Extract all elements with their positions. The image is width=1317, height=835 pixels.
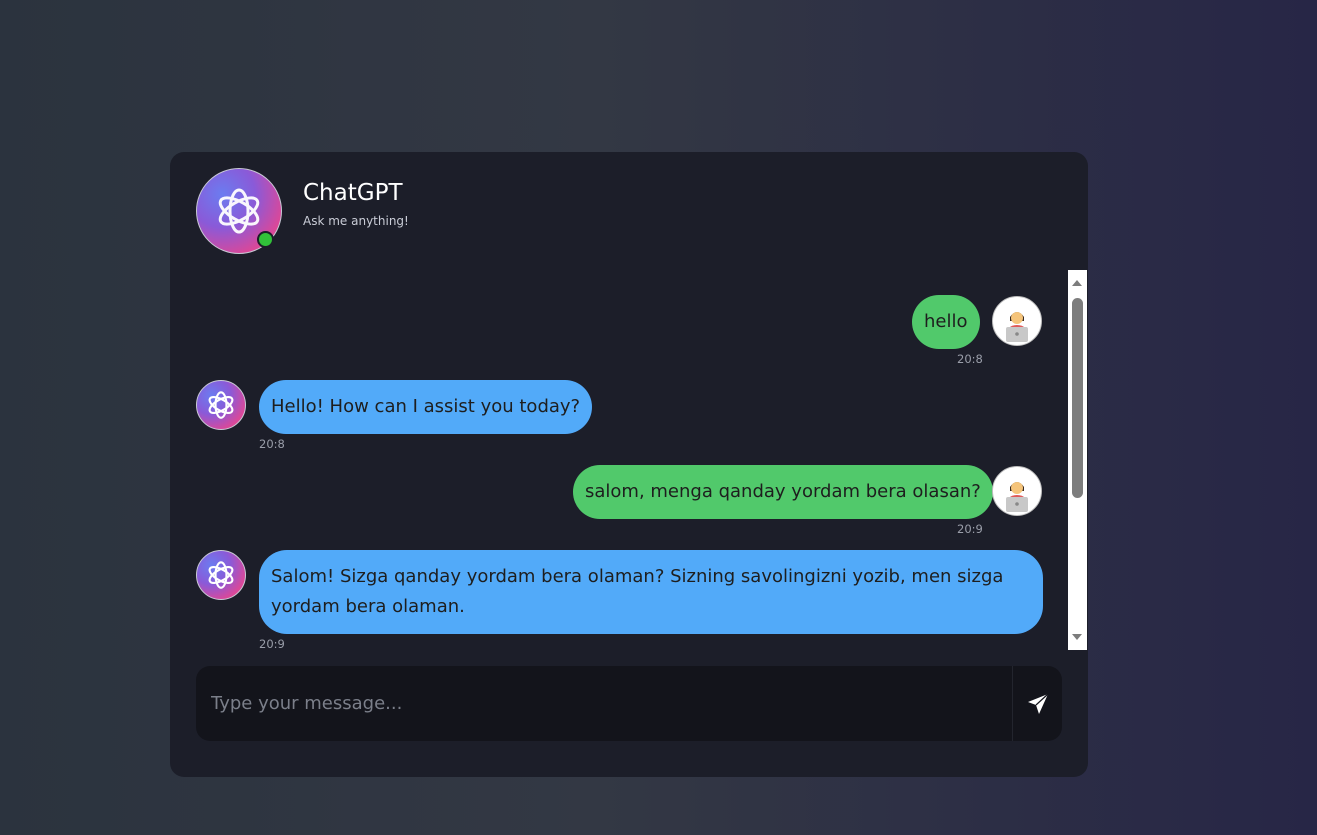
bot-avatar-small (196, 550, 246, 600)
openai-logo-icon (218, 188, 260, 234)
user-avatar (992, 466, 1042, 516)
chat-window: ChatGPT Ask me anything! hello 20:8 Hell… (170, 152, 1088, 777)
message-list[interactable]: hello 20:8 Hello! How can I assist you t… (170, 270, 1068, 650)
send-button[interactable] (1012, 666, 1062, 741)
message-composer (196, 666, 1062, 741)
scrollbar-thumb[interactable] (1072, 298, 1083, 498)
scroll-up-arrow-icon[interactable] (1072, 280, 1082, 286)
openai-logo-icon (208, 561, 234, 589)
bot-avatar-small (196, 380, 246, 430)
chat-title: ChatGPT (303, 180, 403, 206)
user-message-bubble: salom, menga qanday yordam bera olasan? (573, 465, 993, 519)
scroll-down-arrow-icon[interactable] (1072, 634, 1082, 640)
message-time: 20:9 (259, 637, 285, 650)
message-list-scrollbar[interactable] (1068, 270, 1087, 650)
message-time: 20:8 (259, 437, 285, 451)
online-status-indicator (257, 231, 274, 248)
message-time: 20:9 (957, 522, 983, 536)
openai-logo-icon (208, 391, 234, 419)
user-at-laptop-icon (1006, 312, 1028, 342)
message-time: 20:8 (957, 352, 983, 366)
send-icon (1027, 693, 1048, 714)
message-input[interactable] (196, 666, 1012, 741)
user-avatar (992, 296, 1042, 346)
user-at-laptop-icon (1006, 482, 1028, 512)
user-message-bubble: hello (912, 295, 980, 349)
bot-message-bubble: Hello! How can I assist you today? (259, 380, 593, 434)
chat-subtitle: Ask me anything! (303, 214, 409, 228)
bot-message-bubble: Salom! Sizga qanday yordam bera olaman? … (259, 550, 1043, 634)
